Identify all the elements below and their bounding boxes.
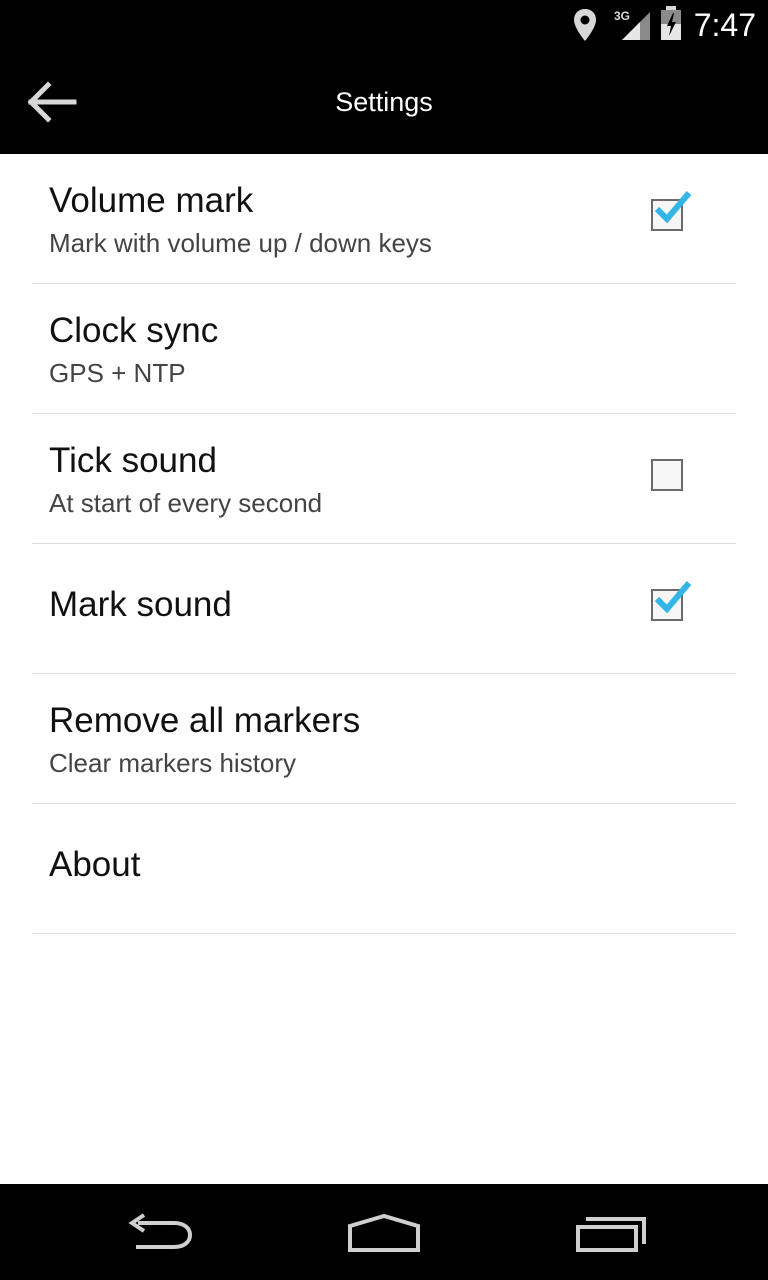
setting-title: About (49, 845, 141, 884)
back-icon[interactable] (122, 1210, 198, 1256)
recent-apps-icon[interactable] (572, 1210, 648, 1256)
setting-title: Volume mark (49, 181, 254, 220)
setting-volume-mark[interactable]: Volume mark Mark with volume up / down k… (32, 154, 736, 284)
clock: 7:47 (693, 7, 756, 43)
setting-title: Tick sound (49, 441, 217, 480)
mark-sound-checkbox[interactable] (651, 581, 692, 621)
tick-sound-checkbox[interactable] (651, 459, 683, 491)
setting-remove-all-markers[interactable]: Remove all markers Clear markers history (32, 674, 736, 804)
setting-tick-sound[interactable]: Tick sound At start of every second (32, 414, 736, 544)
page-title: Settings (335, 87, 433, 117)
settings-list: Volume mark Mark with volume up / down k… (0, 154, 768, 934)
signal-3g-icon: 3G (614, 9, 650, 40)
setting-title: Mark sound (49, 585, 232, 624)
setting-about[interactable]: About (32, 804, 736, 934)
status-bar: 3G 7:47 (0, 0, 768, 50)
setting-summary: Clear markers history (49, 748, 297, 778)
setting-clock-sync[interactable]: Clock sync GPS + NTP (32, 284, 736, 414)
setting-summary: GPS + NTP (49, 358, 186, 388)
setting-mark-sound[interactable]: Mark sound (32, 544, 736, 674)
home-icon[interactable] (346, 1210, 422, 1256)
checkmark-icon (654, 581, 692, 614)
navigation-bar (0, 1184, 768, 1280)
volume-mark-checkbox[interactable] (651, 191, 692, 231)
location-icon (574, 9, 596, 41)
svg-text:3G: 3G (614, 9, 630, 23)
setting-summary: At start of every second (49, 488, 323, 518)
checkmark-icon (654, 191, 692, 224)
setting-summary: Mark with volume up / down keys (49, 228, 432, 258)
battery-icon (661, 6, 681, 40)
setting-title: Clock sync (49, 311, 219, 350)
action-bar: Settings (0, 50, 768, 154)
setting-title: Remove all markers (49, 701, 361, 740)
